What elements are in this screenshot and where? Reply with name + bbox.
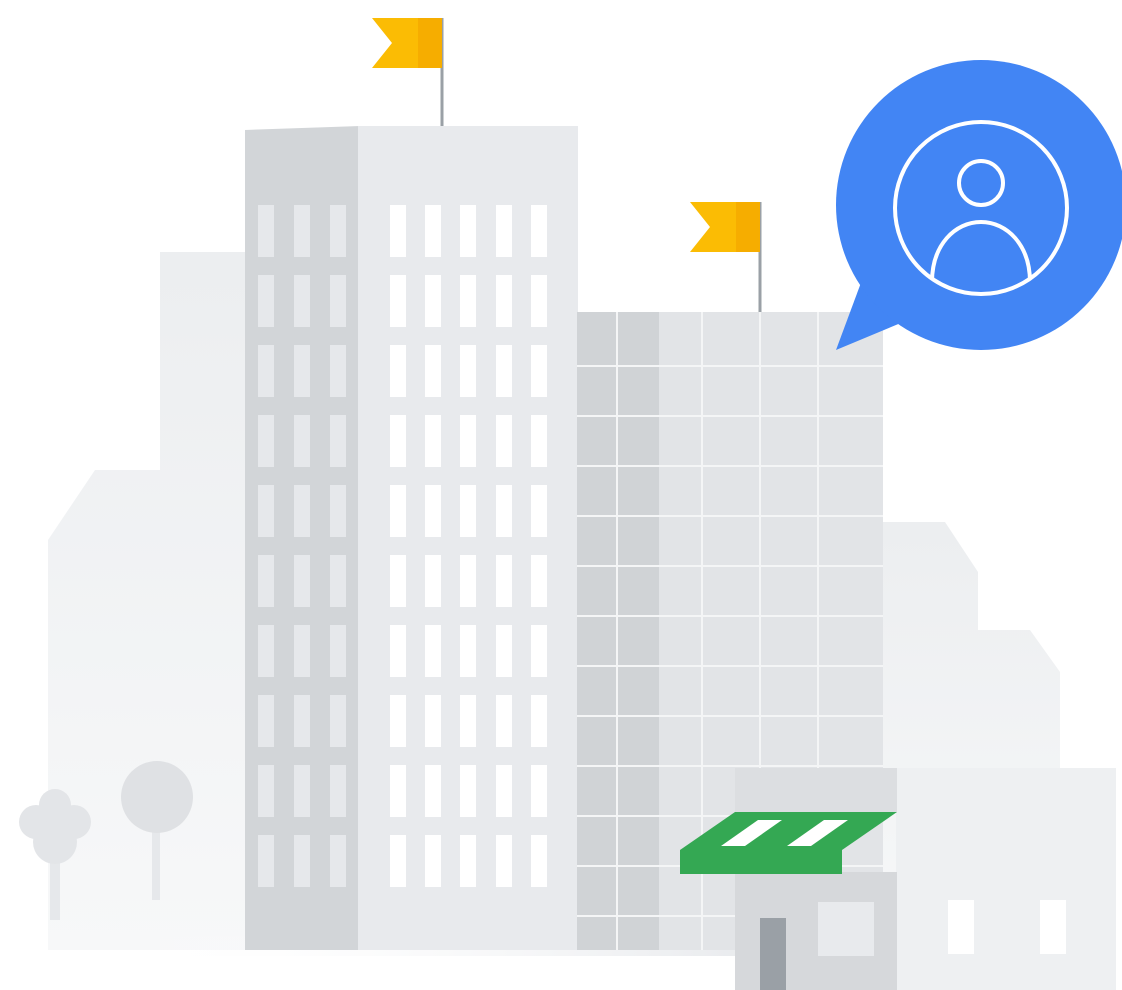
- profile-bubble: [836, 60, 1122, 350]
- flag-icon: [372, 18, 444, 128]
- tower-window: [294, 485, 310, 537]
- tower-window: [294, 555, 310, 607]
- tower-window: [390, 415, 406, 467]
- shop-door: [760, 918, 786, 990]
- flag-icon: [690, 202, 762, 312]
- annex-building: [896, 768, 1116, 990]
- shop-upper: [735, 768, 897, 812]
- tower-window: [258, 485, 274, 537]
- tower-window: [258, 275, 274, 327]
- annex-window: [1040, 900, 1066, 954]
- tower-window: [460, 835, 476, 887]
- tower-window: [425, 485, 441, 537]
- tower-window: [425, 555, 441, 607]
- tower-window: [425, 205, 441, 257]
- tower-window: [496, 415, 512, 467]
- tower-window: [294, 765, 310, 817]
- tower-window: [330, 415, 346, 467]
- tower-window: [496, 625, 512, 677]
- tower-window: [531, 695, 547, 747]
- tower-window: [460, 625, 476, 677]
- tower-window: [294, 205, 310, 257]
- tower-window: [531, 835, 547, 887]
- tower-window: [425, 625, 441, 677]
- background-building-left: [48, 252, 250, 950]
- tower-window: [294, 345, 310, 397]
- tall-tower: [245, 126, 578, 950]
- tower-window: [460, 275, 476, 327]
- tower-window: [460, 555, 476, 607]
- tower-window: [460, 205, 476, 257]
- tower-window: [531, 275, 547, 327]
- tower-window: [496, 485, 512, 537]
- tower-window: [496, 275, 512, 327]
- illustration-scene: [0, 0, 1122, 990]
- tower-window: [425, 345, 441, 397]
- tower-window: [425, 835, 441, 887]
- tower-window: [390, 835, 406, 887]
- tower-window: [531, 205, 547, 257]
- tower-window: [330, 835, 346, 887]
- tower-window: [460, 485, 476, 537]
- tower-window: [496, 695, 512, 747]
- tower-window: [294, 835, 310, 887]
- tower-window: [531, 415, 547, 467]
- tower-window: [460, 345, 476, 397]
- tower-window: [258, 345, 274, 397]
- tower-window: [496, 765, 512, 817]
- tower-window: [258, 695, 274, 747]
- tower-window: [258, 835, 274, 887]
- tower-window: [258, 415, 274, 467]
- tower-window: [496, 205, 512, 257]
- tower-window: [258, 555, 274, 607]
- tower-window: [330, 695, 346, 747]
- shop-window: [818, 902, 874, 956]
- tower-window: [390, 275, 406, 327]
- tower-window: [330, 555, 346, 607]
- tower-window: [330, 345, 346, 397]
- tower-window: [425, 415, 441, 467]
- tower-window: [258, 765, 274, 817]
- tower-window: [425, 765, 441, 817]
- tower-window: [496, 835, 512, 887]
- tower-window: [330, 205, 346, 257]
- annex-window: [948, 900, 974, 954]
- tower-window: [258, 205, 274, 257]
- tower-window: [390, 765, 406, 817]
- tower-window: [330, 485, 346, 537]
- tower-window: [294, 625, 310, 677]
- tower-window: [496, 345, 512, 397]
- tower-window: [531, 625, 547, 677]
- tower-window: [294, 275, 310, 327]
- tower-window: [425, 695, 441, 747]
- tower-window: [531, 765, 547, 817]
- tower-window: [531, 555, 547, 607]
- tower-window: [294, 415, 310, 467]
- tower-window: [294, 695, 310, 747]
- tower-window: [531, 345, 547, 397]
- tower-window: [460, 695, 476, 747]
- tower-window: [390, 625, 406, 677]
- tower-window: [390, 555, 406, 607]
- tower-window: [390, 695, 406, 747]
- tower-window: [390, 205, 406, 257]
- tower-window: [390, 485, 406, 537]
- tower-window: [330, 765, 346, 817]
- tower-window: [496, 555, 512, 607]
- tower-window: [460, 765, 476, 817]
- tower-window: [330, 275, 346, 327]
- tower-window: [460, 415, 476, 467]
- tower-window: [531, 485, 547, 537]
- city-illustration: [19, 18, 1122, 990]
- tower-window: [390, 345, 406, 397]
- tower-window: [425, 275, 441, 327]
- tower-window: [258, 625, 274, 677]
- tower-window: [330, 625, 346, 677]
